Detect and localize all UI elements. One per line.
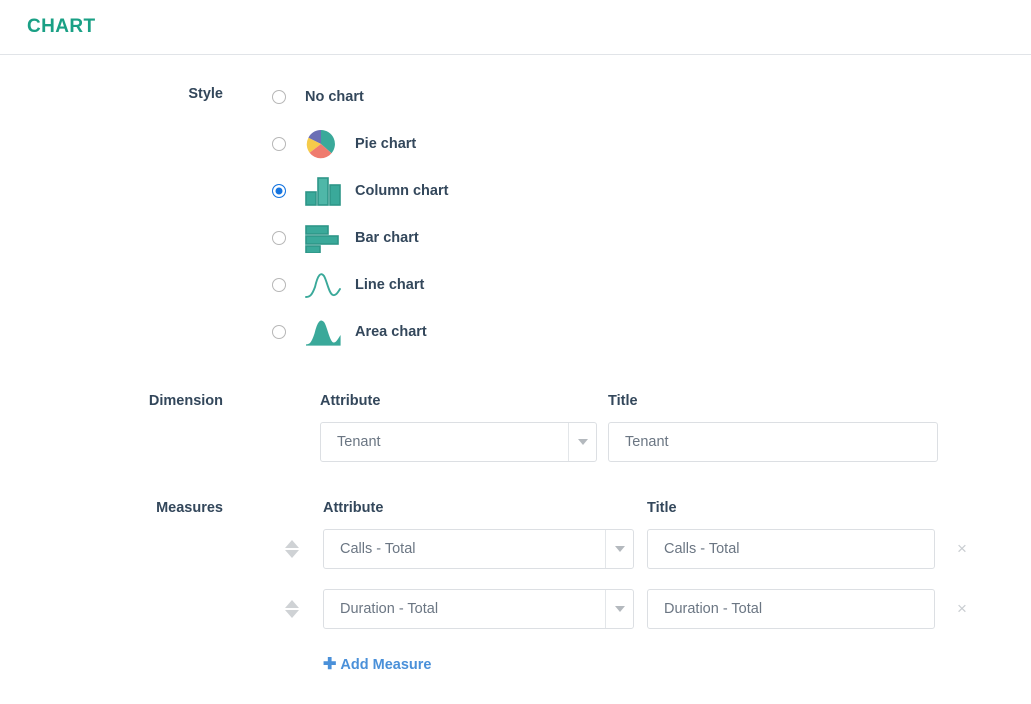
measures-title-heading: Title: [647, 500, 677, 516]
measure-attribute-select[interactable]: Duration - Total: [323, 589, 634, 629]
radio-column-chart[interactable]: [272, 183, 286, 198]
measure-title-value: Calls - Total: [664, 541, 740, 557]
reorder-handle[interactable]: [272, 595, 311, 623]
measures-label: Measures: [156, 500, 223, 516]
measure-title-input[interactable]: Duration - Total: [647, 589, 935, 629]
measure-attribute-wrapper: Duration - Total: [311, 589, 647, 629]
measures-heading-row: Measures Attribute Title: [0, 500, 1031, 516]
sort-updown-icon[interactable]: [281, 535, 303, 563]
dimension-title-heading: Title: [608, 393, 638, 409]
style-option-label: Pie chart: [355, 135, 417, 152]
style-option-line-chart[interactable]: Line chart: [272, 261, 448, 308]
style-option-label: No chart: [305, 88, 364, 105]
measures-section: Measures Attribute Title Calls - Total C…: [0, 500, 1031, 674]
measure-row: Calls - Total Calls - Total ×: [0, 529, 1031, 569]
dimension-attribute-select[interactable]: Tenant: [320, 422, 597, 462]
style-option-label: Area chart: [355, 323, 427, 340]
style-option-bar-chart[interactable]: Bar chart: [272, 214, 448, 261]
radio-area-chart[interactable]: [272, 324, 286, 339]
measure-attribute-value: Calls - Total: [340, 541, 416, 557]
dimension-label: Dimension: [148, 393, 223, 409]
close-icon[interactable]: ×: [947, 529, 977, 569]
style-option-no-chart[interactable]: No chart: [272, 73, 448, 120]
measure-title-wrapper: Duration - Total ×: [647, 589, 977, 629]
chevron-down-icon[interactable]: [568, 423, 596, 461]
add-measure-label: Add Measure: [340, 657, 432, 673]
dimension-heading-row: Dimension Attribute Title: [0, 393, 1031, 409]
radio-no-chart[interactable]: [272, 89, 286, 104]
close-icon[interactable]: ×: [947, 589, 977, 629]
style-option-label: Column chart: [355, 182, 449, 199]
area-chart-icon: [305, 316, 345, 348]
radio-line-chart[interactable]: [272, 277, 286, 292]
dimension-section: Dimension Attribute Title Tenant Tenant: [0, 393, 1031, 462]
measure-row: Duration - Total Duration - Total ×: [0, 589, 1031, 629]
measures-attribute-heading: Attribute: [323, 500, 384, 516]
style-option-label: Line chart: [355, 276, 425, 293]
measure-attribute-value: Duration - Total: [340, 601, 439, 617]
chevron-down-icon[interactable]: [605, 530, 633, 568]
measure-title-wrapper: Calls - Total ×: [647, 529, 977, 569]
chart-settings-form: Style No chart Pie chart Column chart Ba…: [0, 55, 1031, 674]
style-option-label: Bar chart: [355, 229, 419, 246]
radio-pie-chart[interactable]: [272, 136, 286, 151]
dimension-fields-row: Tenant Tenant: [0, 422, 1031, 462]
style-option-column-chart[interactable]: Column chart: [272, 167, 448, 214]
radio-bar-chart[interactable]: [272, 230, 286, 245]
dimension-title-input[interactable]: Tenant: [608, 422, 938, 462]
dimension-attribute-wrapper: Tenant: [272, 422, 608, 462]
pie-chart-icon: [305, 128, 345, 160]
reorder-handle[interactable]: [272, 535, 311, 563]
panel-header: CHART: [0, 0, 1031, 55]
style-option-pie-chart[interactable]: Pie chart: [272, 120, 448, 167]
measure-attribute-select[interactable]: Calls - Total: [323, 529, 634, 569]
dimension-attribute-value: Tenant: [337, 434, 381, 450]
measure-attribute-wrapper: Calls - Total: [311, 529, 647, 569]
dimension-attribute-heading: Attribute: [320, 393, 381, 409]
column-chart-icon: [305, 175, 345, 207]
page-title: CHART: [27, 16, 96, 37]
style-label: Style: [188, 86, 223, 102]
add-measure-wrapper: ✚ Add Measure: [311, 635, 431, 674]
bar-chart-icon: [305, 222, 345, 254]
add-measure-button[interactable]: ✚ Add Measure: [323, 656, 432, 674]
style-row: Style No chart Pie chart Column chart Ba…: [0, 73, 1031, 355]
chevron-down-icon[interactable]: [605, 590, 633, 628]
sort-updown-icon[interactable]: [281, 595, 303, 623]
line-chart-icon: [305, 269, 345, 301]
style-options: No chart Pie chart Column chart Bar char…: [272, 73, 448, 355]
measure-title-input[interactable]: Calls - Total: [647, 529, 935, 569]
dimension-title-value: Tenant: [625, 434, 669, 450]
add-measure-row: ✚ Add Measure: [0, 649, 1031, 674]
style-option-area-chart[interactable]: Area chart: [272, 308, 448, 355]
dimension-title-wrapper: Tenant: [608, 422, 938, 462]
plus-icon: ✚: [323, 656, 337, 673]
measure-title-value: Duration - Total: [664, 601, 763, 617]
